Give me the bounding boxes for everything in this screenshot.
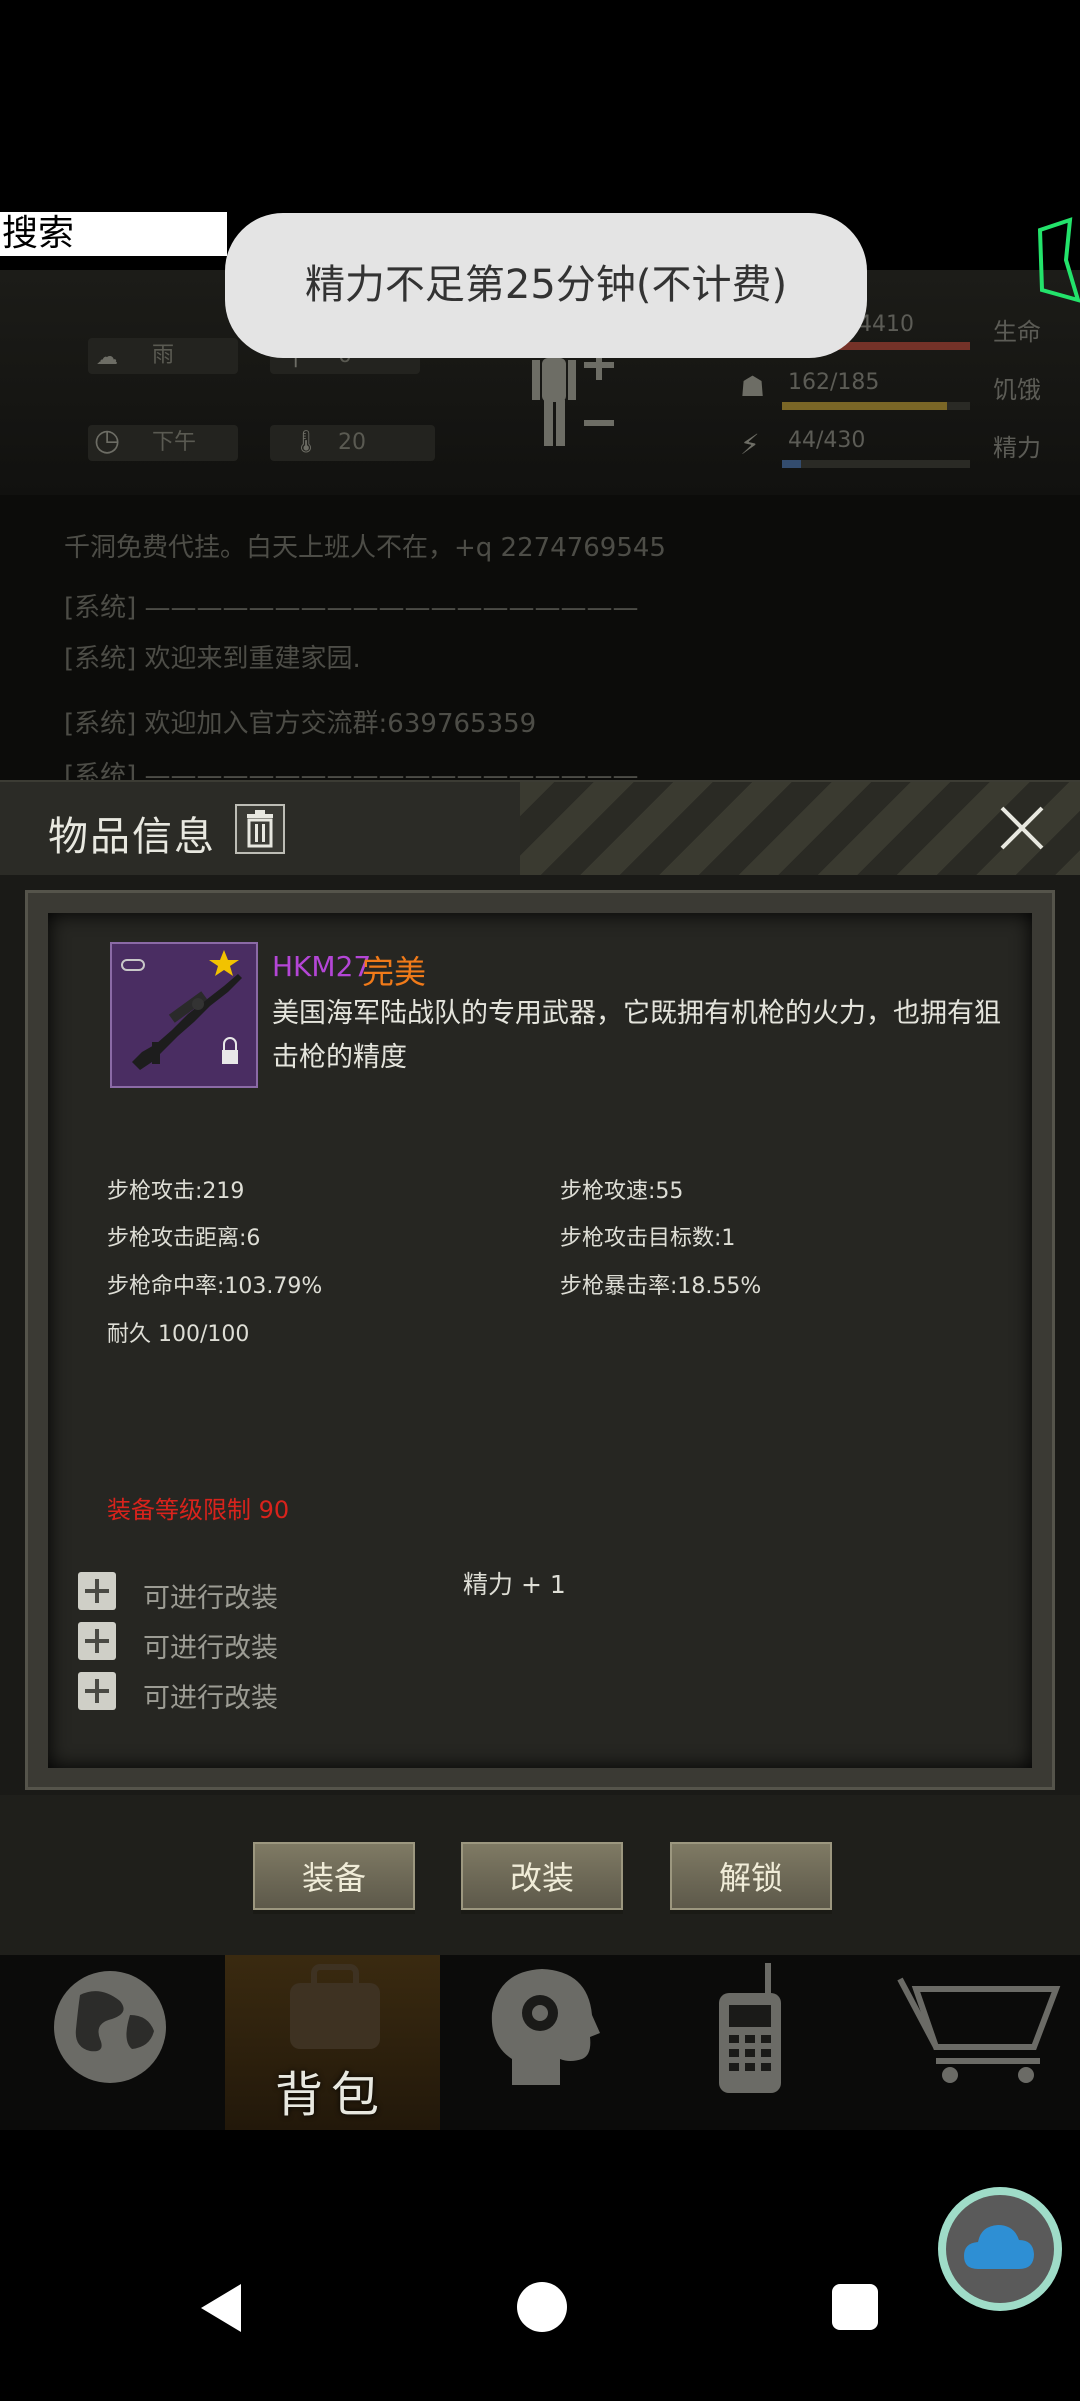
hunger-icon: ☗: [740, 370, 766, 403]
chat-line: [系统] ———————————————————: [64, 593, 639, 623]
home-icon[interactable]: [515, 2280, 569, 2334]
modal-title: 物品信息: [48, 814, 216, 860]
plus-icon[interactable]: [78, 1572, 116, 1610]
mod-slot-label: 可进行改装: [143, 1583, 278, 1614]
plus-icon[interactable]: [78, 1622, 116, 1660]
mod-slot-label: 可进行改装: [143, 1683, 278, 1714]
energy-icon: ⚡: [740, 428, 760, 461]
globe-icon: [54, 1971, 166, 2083]
recent-apps-icon[interactable]: [830, 2282, 880, 2332]
energy-bar: [782, 460, 970, 468]
thermometer-icon: 🌡: [292, 430, 320, 455]
unlock-button[interactable]: 解锁: [670, 1842, 832, 1910]
chat-line: [系统] 欢迎加入官方交流群:639765359: [64, 709, 537, 739]
hunger-label: 饥饿: [993, 376, 1041, 404]
energy-value: 44/430: [788, 428, 866, 453]
stat-rifle-attack: 步枪攻击:219: [107, 1179, 245, 1204]
radio-icon: [719, 1963, 781, 2093]
modify-button[interactable]: 改装: [461, 1842, 623, 1910]
hunger-bar: [782, 402, 970, 410]
time-pill: ◷ 下午: [88, 423, 238, 461]
top-blank: [0, 0, 1080, 210]
nav-shop[interactable]: [870, 1955, 1080, 2130]
stat-rifle-range: 步枪攻击距离:6: [107, 1226, 261, 1251]
stat-rifle-targets: 步枪攻击目标数:1: [560, 1226, 736, 1251]
system-nav-bar: [0, 2130, 1080, 2401]
weather-label: 雨: [152, 343, 175, 368]
floating-cloud-button[interactable]: [938, 2187, 1062, 2311]
chat-line: 千洞免费代挂。白天上班人不在，+q 2274769545: [64, 533, 666, 563]
shopping-cart-icon: [897, 1977, 1061, 2083]
stat-rifle-crit: 步枪暴击率:18.55%: [560, 1274, 762, 1299]
item-rifle-icon[interactable]: [110, 942, 258, 1088]
bottom-nav: 背包: [0, 1955, 1080, 2130]
back-icon[interactable]: [195, 2280, 245, 2336]
head-gear-icon: [491, 1969, 600, 2085]
clock-icon: ◷: [94, 423, 121, 458]
backpack-icon: [290, 1964, 380, 2049]
plus-icon[interactable]: [78, 1672, 116, 1710]
chat-log[interactable]: 千洞免费代挂。白天上班人不在，+q 2274769545 [系统] ——————…: [0, 495, 1080, 785]
item-quality: 完美: [362, 953, 427, 991]
modal-header: 物品信息: [0, 780, 1080, 877]
cloud-rain-icon: ☁: [96, 345, 118, 370]
trash-icon[interactable]: [235, 804, 285, 854]
cloud-icon: [964, 2225, 1034, 2269]
mod-slot-label: 可进行改装: [143, 1633, 278, 1664]
time-label: 下午: [152, 430, 197, 455]
temperature-value: 20: [338, 430, 366, 455]
close-icon[interactable]: [996, 802, 1048, 854]
weather-pill: ☁ 雨: [88, 338, 238, 374]
search-input[interactable]: 搜索: [0, 212, 227, 256]
nav-world[interactable]: [10, 1955, 225, 2130]
nav-backpack-label: 背包: [275, 2067, 388, 2123]
nav-radio[interactable]: [655, 1955, 870, 2130]
hunger-value: 162/185: [788, 370, 880, 395]
level-limit: 装备等级限制 90: [107, 1496, 290, 1524]
equip-button[interactable]: 装备: [253, 1842, 415, 1910]
toast-message: 精力不足第25分钟(不计费): [225, 213, 867, 358]
temperature-pill: 🌡 20: [270, 425, 435, 461]
item-description: 美国海军陆战队的专用武器，它既拥有机枪的火力，也拥有狙击枪的精度: [272, 998, 1001, 1073]
life-value: 4410: [858, 312, 914, 337]
green-indicator-icon: [1037, 217, 1080, 303]
nav-skills[interactable]: [440, 1955, 655, 2130]
energy-bonus: 精力 + 1: [463, 1570, 566, 1599]
stat-rifle-accuracy: 步枪命中率:103.79%: [107, 1274, 323, 1299]
energy-label: 精力: [993, 434, 1041, 462]
action-button-bar: 装备 改装 解锁: [0, 1795, 1080, 1955]
stat-rifle-speed: 步枪攻速:55: [560, 1179, 684, 1204]
chat-line: [系统] 欢迎来到重建家园.: [64, 644, 361, 674]
stat-durability: 耐久 100/100: [107, 1322, 250, 1347]
item-name: HKM27: [272, 950, 372, 983]
nav-backpack[interactable]: 背包: [225, 1955, 440, 2130]
